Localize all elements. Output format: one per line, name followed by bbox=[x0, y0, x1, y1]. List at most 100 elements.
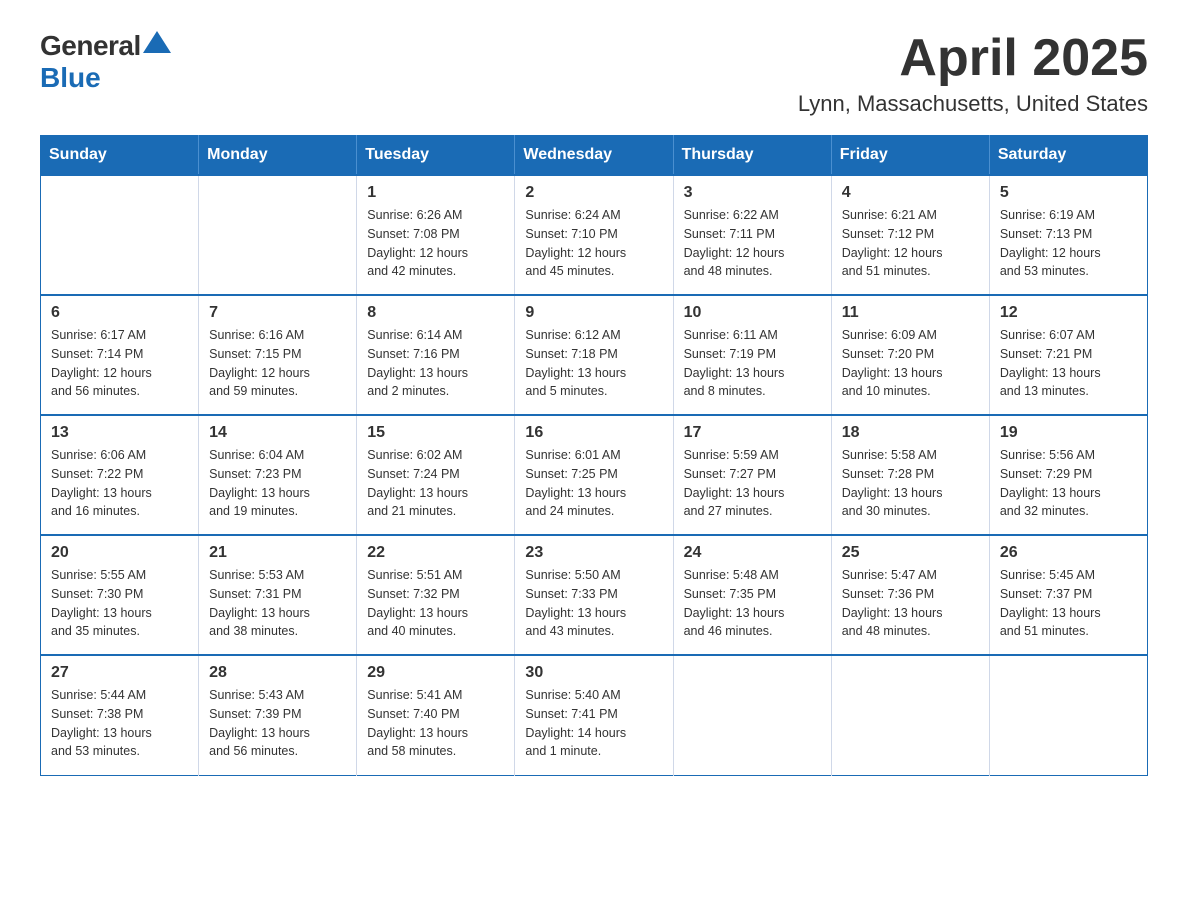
calendar-body: 1 Sunrise: 6:26 AMSunset: 7:08 PMDaylight… bbox=[41, 175, 1148, 775]
day-number: 30 bbox=[525, 664, 662, 682]
day-info: Sunrise: 5:48 AMSunset: 7:35 PMDaylight:… bbox=[684, 566, 821, 641]
day-number: 11 bbox=[842, 304, 979, 322]
day-number: 17 bbox=[684, 424, 821, 442]
calendar-cell: 26Sunrise: 5:45 AMSunset: 7:37 PMDayligh… bbox=[989, 535, 1147, 655]
day-number: 8 bbox=[367, 304, 504, 322]
calendar-cell bbox=[831, 655, 989, 775]
calendar-cell: 19 Sunrise: 5:56 AMSunset: 7:29 PMDayligh… bbox=[989, 415, 1147, 535]
day-info: Sunrise: 6:22 AMSunset: 7:11 PMDaylight:… bbox=[684, 206, 821, 281]
logo-blue-text: Blue bbox=[40, 62, 101, 94]
header-day-sunday: Sunday bbox=[41, 136, 199, 176]
header-day-saturday: Saturday bbox=[989, 136, 1147, 176]
day-info: Sunrise: 5:59 AMSunset: 7:27 PMDaylight:… bbox=[684, 446, 821, 521]
calendar-cell: 2 Sunrise: 6:24 AMSunset: 7:10 PMDaylight… bbox=[515, 175, 673, 295]
calendar-cell: 30 Sunrise: 5:40 AMSunset: 7:41 PMDayligh… bbox=[515, 655, 673, 775]
day-info: Sunrise: 5:56 AMSunset: 7:29 PMDaylight:… bbox=[1000, 446, 1137, 521]
logo-triangle-icon bbox=[143, 31, 171, 53]
calendar-cell: 5 Sunrise: 6:19 AMSunset: 7:13 PMDaylight… bbox=[989, 175, 1147, 295]
day-number: 7 bbox=[209, 304, 346, 322]
day-info: Sunrise: 6:09 AMSunset: 7:20 PMDaylight:… bbox=[842, 326, 979, 401]
calendar-cell: 8Sunrise: 6:14 AMSunset: 7:16 PMDaylight… bbox=[357, 295, 515, 415]
day-number: 15 bbox=[367, 424, 504, 442]
calendar-cell: 16 Sunrise: 6:01 AMSunset: 7:25 PMDayligh… bbox=[515, 415, 673, 535]
day-info: Sunrise: 5:55 AMSunset: 7:30 PMDaylight:… bbox=[51, 566, 188, 641]
calendar-table: SundayMondayTuesdayWednesdayThursdayFrid… bbox=[40, 135, 1148, 776]
day-number: 10 bbox=[684, 304, 821, 322]
day-number: 27 bbox=[51, 664, 188, 682]
day-info: Sunrise: 6:02 AMSunset: 7:24 PMDaylight:… bbox=[367, 446, 504, 521]
header-day-tuesday: Tuesday bbox=[357, 136, 515, 176]
day-info: Sunrise: 6:11 AMSunset: 7:19 PMDaylight:… bbox=[684, 326, 821, 401]
calendar-week-5: 27 Sunrise: 5:44 AMSunset: 7:38 PMDayligh… bbox=[41, 655, 1148, 775]
calendar-cell: 4Sunrise: 6:21 AMSunset: 7:12 PMDaylight… bbox=[831, 175, 989, 295]
logo: General Blue bbox=[40, 30, 171, 94]
day-number: 14 bbox=[209, 424, 346, 442]
header-row: SundayMondayTuesdayWednesdayThursdayFrid… bbox=[41, 136, 1148, 176]
calendar-cell: 24 Sunrise: 5:48 AMSunset: 7:35 PMDayligh… bbox=[673, 535, 831, 655]
day-number: 28 bbox=[209, 664, 346, 682]
day-info: Sunrise: 5:40 AMSunset: 7:41 PMDaylight:… bbox=[525, 686, 662, 761]
day-info: Sunrise: 5:58 AMSunset: 7:28 PMDaylight:… bbox=[842, 446, 979, 521]
day-info: Sunrise: 6:17 AMSunset: 7:14 PMDaylight:… bbox=[51, 326, 188, 401]
day-info: Sunrise: 6:19 AMSunset: 7:13 PMDaylight:… bbox=[1000, 206, 1137, 281]
day-number: 22 bbox=[367, 544, 504, 562]
day-number: 5 bbox=[1000, 184, 1137, 202]
page-header: General Blue April 2025 Lynn, Massachuse… bbox=[40, 30, 1148, 117]
calendar-cell: 3 Sunrise: 6:22 AMSunset: 7:11 PMDaylight… bbox=[673, 175, 831, 295]
calendar-cell bbox=[989, 655, 1147, 775]
day-info: Sunrise: 5:41 AMSunset: 7:40 PMDaylight:… bbox=[367, 686, 504, 761]
calendar-cell: 27 Sunrise: 5:44 AMSunset: 7:38 PMDayligh… bbox=[41, 655, 199, 775]
day-number: 29 bbox=[367, 664, 504, 682]
calendar-cell: 22 Sunrise: 5:51 AMSunset: 7:32 PMDayligh… bbox=[357, 535, 515, 655]
day-info: Sunrise: 5:44 AMSunset: 7:38 PMDaylight:… bbox=[51, 686, 188, 761]
day-number: 25 bbox=[842, 544, 979, 562]
calendar-cell: 25 Sunrise: 5:47 AMSunset: 7:36 PMDayligh… bbox=[831, 535, 989, 655]
day-info: Sunrise: 6:24 AMSunset: 7:10 PMDaylight:… bbox=[525, 206, 662, 281]
day-info: Sunrise: 6:16 AMSunset: 7:15 PMDaylight:… bbox=[209, 326, 346, 401]
page-title: April 2025 bbox=[798, 30, 1148, 87]
day-info: Sunrise: 6:04 AMSunset: 7:23 PMDaylight:… bbox=[209, 446, 346, 521]
calendar-cell: 29 Sunrise: 5:41 AMSunset: 7:40 PMDayligh… bbox=[357, 655, 515, 775]
header-day-friday: Friday bbox=[831, 136, 989, 176]
calendar-header: SundayMondayTuesdayWednesdayThursdayFrid… bbox=[41, 136, 1148, 176]
day-number: 26 bbox=[1000, 544, 1137, 562]
day-number: 18 bbox=[842, 424, 979, 442]
day-info: Sunrise: 6:06 AMSunset: 7:22 PMDaylight:… bbox=[51, 446, 188, 521]
day-info: Sunrise: 6:12 AMSunset: 7:18 PMDaylight:… bbox=[525, 326, 662, 401]
calendar-cell: 9 Sunrise: 6:12 AMSunset: 7:18 PMDaylight… bbox=[515, 295, 673, 415]
calendar-cell: 10 Sunrise: 6:11 AMSunset: 7:19 PMDayligh… bbox=[673, 295, 831, 415]
day-number: 13 bbox=[51, 424, 188, 442]
calendar-cell: 28Sunrise: 5:43 AMSunset: 7:39 PMDayligh… bbox=[199, 655, 357, 775]
day-info: Sunrise: 6:01 AMSunset: 7:25 PMDaylight:… bbox=[525, 446, 662, 521]
day-number: 19 bbox=[1000, 424, 1137, 442]
day-info: Sunrise: 5:53 AMSunset: 7:31 PMDaylight:… bbox=[209, 566, 346, 641]
calendar-cell bbox=[673, 655, 831, 775]
calendar-week-1: 1 Sunrise: 6:26 AMSunset: 7:08 PMDaylight… bbox=[41, 175, 1148, 295]
day-number: 1 bbox=[367, 184, 504, 202]
calendar-cell: 15 Sunrise: 6:02 AMSunset: 7:24 PMDayligh… bbox=[357, 415, 515, 535]
day-info: Sunrise: 5:51 AMSunset: 7:32 PMDaylight:… bbox=[367, 566, 504, 641]
day-info: Sunrise: 5:50 AMSunset: 7:33 PMDaylight:… bbox=[525, 566, 662, 641]
calendar-week-2: 6 Sunrise: 6:17 AMSunset: 7:14 PMDaylight… bbox=[41, 295, 1148, 415]
calendar-cell: 17 Sunrise: 5:59 AMSunset: 7:27 PMDayligh… bbox=[673, 415, 831, 535]
day-number: 2 bbox=[525, 184, 662, 202]
header-day-monday: Monday bbox=[199, 136, 357, 176]
day-number: 9 bbox=[525, 304, 662, 322]
calendar-cell: 21Sunrise: 5:53 AMSunset: 7:31 PMDayligh… bbox=[199, 535, 357, 655]
day-number: 3 bbox=[684, 184, 821, 202]
day-number: 23 bbox=[525, 544, 662, 562]
day-number: 4 bbox=[842, 184, 979, 202]
calendar-cell: 18 Sunrise: 5:58 AMSunset: 7:28 PMDayligh… bbox=[831, 415, 989, 535]
calendar-cell: 20Sunrise: 5:55 AMSunset: 7:30 PMDayligh… bbox=[41, 535, 199, 655]
header-day-thursday: Thursday bbox=[673, 136, 831, 176]
calendar-cell: 1 Sunrise: 6:26 AMSunset: 7:08 PMDaylight… bbox=[357, 175, 515, 295]
day-number: 12 bbox=[1000, 304, 1137, 322]
logo-general-text: General bbox=[40, 30, 141, 62]
day-number: 6 bbox=[51, 304, 188, 322]
day-number: 16 bbox=[525, 424, 662, 442]
calendar-cell: 6 Sunrise: 6:17 AMSunset: 7:14 PMDaylight… bbox=[41, 295, 199, 415]
day-info: Sunrise: 6:26 AMSunset: 7:08 PMDaylight:… bbox=[367, 206, 504, 281]
day-info: Sunrise: 5:47 AMSunset: 7:36 PMDaylight:… bbox=[842, 566, 979, 641]
calendar-cell bbox=[41, 175, 199, 295]
day-number: 24 bbox=[684, 544, 821, 562]
